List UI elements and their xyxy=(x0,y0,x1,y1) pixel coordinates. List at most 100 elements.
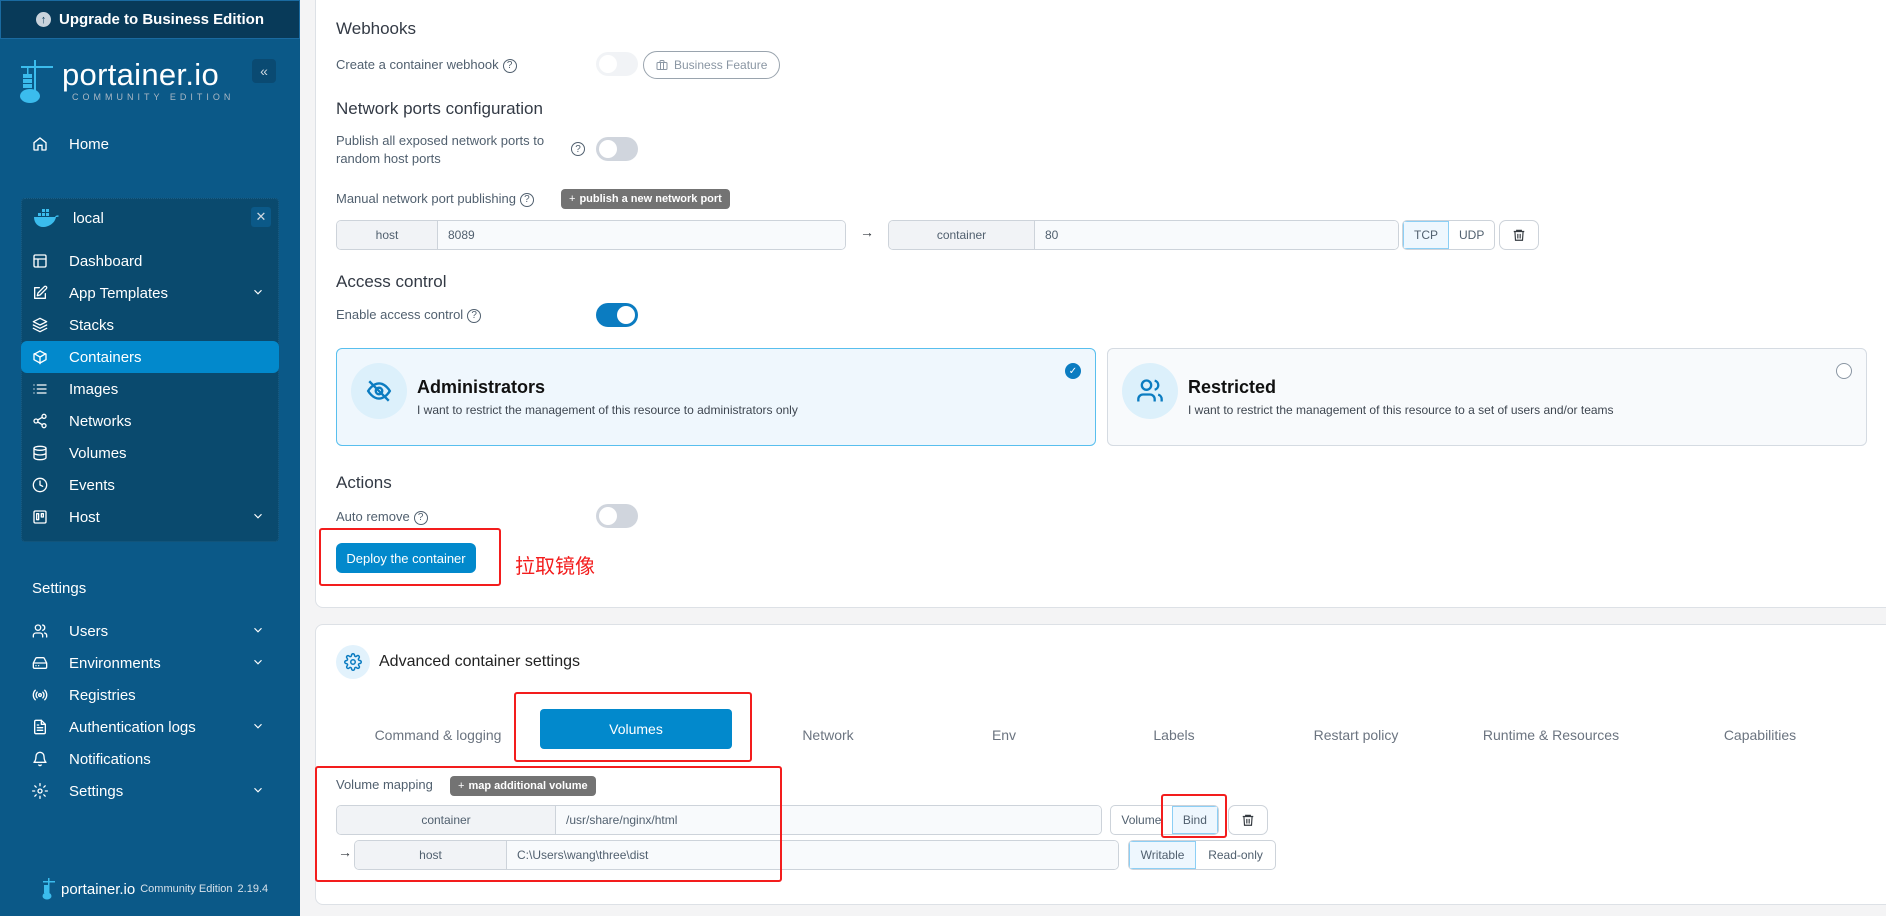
sidebar-settings-item-notifications[interactable]: Notifications xyxy=(21,743,279,775)
radio-icon xyxy=(31,686,49,704)
tab-capabilities[interactable]: Capabilities xyxy=(1724,727,1796,743)
deploy-container-button[interactable]: Deploy the container xyxy=(336,543,476,573)
sidebar-item-dashboard[interactable]: Dashboard xyxy=(21,245,279,277)
tab-labels[interactable]: Labels xyxy=(1153,727,1194,743)
sidebar-item-images[interactable]: Images xyxy=(21,373,279,405)
close-icon: ✕ xyxy=(255,209,267,224)
manual-port-label: Manual network port publishing? xyxy=(336,191,534,207)
protocol-tcp-button[interactable]: TCP xyxy=(1403,221,1449,249)
container-port-input-group: container 80 xyxy=(888,220,1399,250)
chevron-down-icon[interactable] xyxy=(251,719,265,737)
portainer-logo[interactable]: portainer.io COMMUNITY EDITION xyxy=(18,58,234,104)
sidebar-settings-item-users[interactable]: Users xyxy=(21,615,279,647)
chevron-down-icon[interactable] xyxy=(251,623,265,641)
protocol-udp-button[interactable]: UDP xyxy=(1449,221,1494,249)
help-icon[interactable]: ? xyxy=(413,510,428,525)
business-feature-badge[interactable]: Business Feature xyxy=(643,51,781,79)
volume-mapping-label: Volume mapping xyxy=(336,777,433,792)
access-option-administrators[interactable]: Administrators I want to restrict the ma… xyxy=(336,348,1096,446)
sidebar-item-containers[interactable]: Containers xyxy=(21,341,279,373)
auto-remove-text: Auto remove xyxy=(336,509,410,524)
help-icon[interactable]: ? xyxy=(467,308,482,323)
box-icon xyxy=(31,348,49,366)
portainer-crane-icon xyxy=(20,60,53,103)
trash-icon xyxy=(1513,229,1525,241)
help-icon[interactable]: ? xyxy=(502,58,517,73)
map-additional-volume-button[interactable]: + map additional volume xyxy=(450,776,596,796)
sidebar-item-events[interactable]: Events xyxy=(21,469,279,501)
sidebar-settings-item-registries[interactable]: Registries xyxy=(21,679,279,711)
remove-volume-button[interactable] xyxy=(1228,805,1268,835)
hard-drive-icon xyxy=(31,654,49,672)
chevron-down-icon[interactable] xyxy=(251,509,265,527)
arrow-right-icon: → xyxy=(338,844,352,860)
sidebar-item-host[interactable]: Host xyxy=(21,501,279,533)
sidebar-item-label: Volumes xyxy=(69,444,127,462)
sidebar-settings-item-settings[interactable]: Settings xyxy=(21,775,279,807)
sidebar-item-networks[interactable]: Networks xyxy=(21,405,279,437)
container-path-addon: container xyxy=(337,806,556,834)
remove-port-button[interactable] xyxy=(1499,220,1539,250)
sidebar-item-label: App Templates xyxy=(69,284,168,302)
sidebar-settings-item-authentication-logs[interactable]: Authentication logs xyxy=(21,711,279,743)
webhook-toggle[interactable] xyxy=(596,52,638,76)
container-port-input[interactable]: 80 xyxy=(1035,221,1398,249)
app-root: ↑ Upgrade to Business Edition portainer.… xyxy=(0,0,1886,916)
sidebar-item-label: Environments xyxy=(69,654,161,672)
bell-icon xyxy=(31,750,49,768)
plus-icon: + xyxy=(569,193,576,205)
sidebar-item-home[interactable]: Home xyxy=(21,128,279,160)
tab-env[interactable]: Env xyxy=(992,727,1016,743)
mode-writable-button[interactable]: Writable xyxy=(1129,841,1197,869)
access-control-toggle[interactable] xyxy=(596,303,638,327)
sidebar-item-stacks[interactable]: Stacks xyxy=(21,309,279,341)
sidebar-item-volumes[interactable]: Volumes xyxy=(21,437,279,469)
protocol-selector: TCP UDP xyxy=(1402,220,1495,250)
clock-icon xyxy=(31,476,49,494)
help-icon[interactable]: ? xyxy=(571,142,585,156)
tab-volumes[interactable]: Volumes xyxy=(540,709,732,749)
chevron-down-icon[interactable] xyxy=(251,783,265,801)
sidebar: ↑ Upgrade to Business Edition portainer.… xyxy=(0,0,300,916)
volume-mode-selector: Writable Read-only xyxy=(1128,840,1276,870)
upgrade-label: Upgrade to Business Edition xyxy=(58,11,265,28)
sidebar-settings-item-environments[interactable]: Environments xyxy=(21,647,279,679)
access-option-restricted[interactable]: Restricted I want to restrict the manage… xyxy=(1107,348,1867,446)
publish-new-port-button[interactable]: + publish a new network port xyxy=(561,189,730,209)
close-environment-button[interactable]: ✕ xyxy=(251,207,271,227)
help-icon[interactable]: ? xyxy=(519,192,534,207)
tab-restart-policy[interactable]: Restart policy xyxy=(1314,727,1399,743)
create-container-form-card xyxy=(315,0,1886,608)
host-port-input[interactable]: 8089 xyxy=(438,221,845,249)
mode-readonly-button[interactable]: Read-only xyxy=(1196,841,1275,869)
host-path-input[interactable]: C:\Users\wang\three\dist xyxy=(507,841,1118,869)
volume-type-volume-button[interactable]: Volume xyxy=(1111,806,1172,834)
sidebar-item-label: Events xyxy=(69,476,115,494)
trash-icon xyxy=(1242,814,1254,826)
chevron-down-icon[interactable] xyxy=(251,655,265,673)
advanced-settings-title: Advanced container settings xyxy=(379,653,581,670)
publish-all-label: Publish all exposed network ports to ran… xyxy=(336,133,545,166)
edit-icon xyxy=(31,284,49,302)
tab-network[interactable]: Network xyxy=(802,727,853,743)
auto-remove-toggle[interactable] xyxy=(596,504,638,528)
share-icon xyxy=(31,412,49,430)
tab-command-logging[interactable]: Command & logging xyxy=(375,727,502,743)
chevron-down-icon[interactable] xyxy=(251,285,265,303)
docker-icon xyxy=(34,209,59,227)
sidebar-item-label: Notifications xyxy=(69,750,151,768)
collapse-sidebar-button[interactable]: « xyxy=(252,59,276,83)
tab-runtime-resources[interactable]: Runtime & Resources xyxy=(1483,727,1619,743)
volume-type-bind-button[interactable]: Bind xyxy=(1171,806,1218,834)
sidebar-item-app-templates[interactable]: App Templates xyxy=(21,277,279,309)
eye-off-icon xyxy=(351,363,407,419)
trello-icon xyxy=(31,508,49,526)
settings-icon xyxy=(31,782,49,800)
upgrade-button[interactable]: ↑ Upgrade to Business Edition xyxy=(0,0,300,39)
check-circle-icon: ✓ xyxy=(1065,363,1081,379)
sidebar-item-label: Users xyxy=(69,622,109,640)
publish-all-toggle[interactable] xyxy=(596,137,638,161)
option-description: I want to restrict the management of thi… xyxy=(1188,403,1614,417)
container-path-input[interactable]: /usr/share/nginx/html xyxy=(556,806,1101,834)
sidebar-item-label: Containers xyxy=(69,348,142,366)
